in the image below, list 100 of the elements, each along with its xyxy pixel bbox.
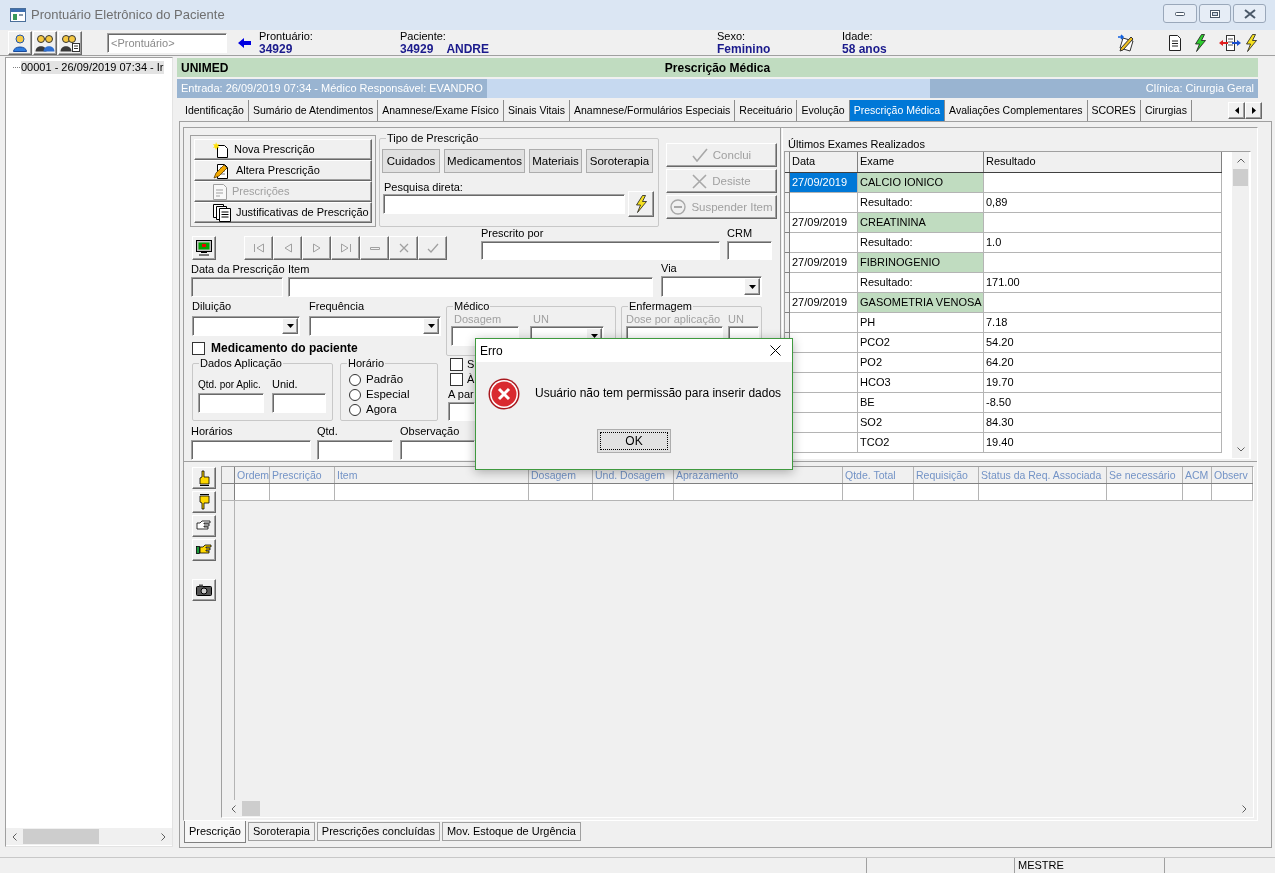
toolbar-button[interactable]	[1169, 34, 1181, 51]
field-label: Unid.	[272, 378, 299, 391]
action-button[interactable]: Justificativas de Prescrição	[194, 202, 372, 223]
grid-tool-button[interactable]	[192, 515, 216, 537]
field-value: ANDRE	[446, 42, 490, 56]
dropdown[interactable]	[661, 276, 762, 297]
toolbar-button[interactable]	[1117, 33, 1137, 52]
toolbar-button[interactable]	[1194, 33, 1206, 52]
grid-tool-button[interactable]	[192, 467, 216, 489]
toolbar-button[interactable]	[1219, 34, 1241, 51]
record-field[interactable]: <Prontuário>	[107, 32, 227, 53]
chevron-down-icon	[1236, 447, 1245, 452]
tab[interactable]: Prescrição Médica	[849, 100, 946, 121]
tab-scroll-left-button[interactable]	[1228, 102, 1245, 119]
type-button[interactable]: Soroterapia	[586, 149, 653, 173]
chevron-left-icon	[12, 832, 17, 841]
close-button[interactable]	[1233, 4, 1266, 23]
panel-title: Últimos Exames Realizados	[788, 138, 925, 151]
action-button[interactable]: Nova Prescrição	[194, 139, 372, 160]
tab-scroll-right-button[interactable]	[1245, 102, 1262, 119]
calendar-icon	[213, 183, 227, 200]
dropdown[interactable]	[192, 316, 300, 336]
cross-icon	[692, 173, 708, 189]
vertical-scrollbar[interactable]	[1232, 152, 1249, 458]
ok-button[interactable]: OK	[597, 429, 671, 453]
radio-button[interactable]	[349, 403, 361, 416]
triangle-left-icon	[1234, 107, 1239, 114]
document-icon	[1169, 34, 1181, 51]
input-field[interactable]	[400, 440, 475, 460]
check-icon	[691, 148, 708, 162]
checkbox[interactable]	[192, 341, 205, 355]
radio-button[interactable]	[349, 388, 361, 401]
table-cell: 64.20	[984, 353, 1222, 373]
scrollbar-thumb[interactable]	[1233, 169, 1248, 186]
grid-tool-button[interactable]	[192, 579, 216, 601]
checkbox[interactable]	[450, 358, 463, 371]
search-button[interactable]	[628, 191, 654, 217]
tab[interactable]: Soroterapia	[247, 822, 315, 841]
type-button[interactable]: Cuidados	[382, 149, 440, 173]
error-icon	[488, 378, 520, 410]
chevron-right-icon	[1242, 804, 1247, 813]
radio-button[interactable]	[349, 373, 361, 386]
tree-item[interactable]: 00001 - 26/09/2019 07:34 - Ir	[21, 60, 164, 74]
field-label: UN	[533, 313, 550, 326]
tree-connector-icon	[13, 66, 20, 68]
insurer-name: UNIMED	[180, 60, 230, 75]
table-cell: -8.50	[984, 393, 1222, 413]
edit-document-icon	[213, 162, 231, 179]
toolbar-button[interactable]	[1245, 33, 1257, 52]
table-cell: 1.0	[984, 233, 1222, 253]
input-field[interactable]	[448, 402, 475, 421]
arrows-document-icon	[1219, 34, 1241, 51]
camera-icon	[196, 584, 212, 596]
table-cell: CREATININA	[858, 213, 984, 233]
table-cell: 27/09/2019	[790, 213, 858, 233]
field-label: CRM	[727, 227, 754, 240]
horizontal-scrollbar[interactable]	[6, 828, 172, 845]
field-label: Pesquisa direta:	[384, 181, 464, 194]
scrollbar-thumb[interactable]	[242, 801, 260, 816]
action-button[interactable]: Altera Prescrição	[194, 160, 372, 181]
monitor-icon	[196, 240, 212, 256]
input-field[interactable]	[198, 393, 264, 413]
group-title: Médico	[453, 300, 491, 313]
pencil-paper-icon	[1117, 33, 1137, 52]
field-label: Idade:	[842, 29, 874, 43]
grid-tool-button[interactable]	[192, 491, 216, 513]
maximize-button[interactable]	[1199, 4, 1231, 23]
group-title: Enfermagem	[628, 300, 693, 313]
new-document-icon	[213, 141, 229, 158]
checkbox-label: À	[467, 373, 475, 386]
field-label: Via	[661, 262, 678, 275]
column-header: Ordem	[235, 467, 270, 483]
checkbox[interactable]	[450, 373, 463, 386]
lightning-icon	[1245, 33, 1257, 52]
minimize-button[interactable]	[1163, 4, 1197, 23]
input-field[interactable]	[383, 194, 625, 214]
grid-tool-button[interactable]	[192, 539, 216, 561]
tab[interactable]: Mov. Estoque de Urgência	[441, 822, 581, 841]
tab[interactable]: Prescrições concluídas	[316, 822, 440, 841]
input-field[interactable]	[727, 241, 772, 260]
input-field[interactable]	[317, 440, 393, 460]
column-header: Prescrição	[270, 467, 335, 483]
table-cell: Resultado:	[858, 233, 984, 253]
type-button[interactable]: Materiais	[529, 149, 582, 173]
input-field[interactable]	[288, 277, 653, 297]
input-field[interactable]	[272, 393, 326, 413]
input-field[interactable]	[191, 440, 311, 460]
type-button[interactable]: Medicamentos	[444, 149, 525, 173]
dropdown[interactable]	[309, 316, 441, 336]
tab[interactable]: Prescrição	[184, 821, 246, 843]
admission-info: Entrada: 26/09/2019 07:34 - Médico Responsável: EVANDRO	[177, 79, 487, 98]
field-label: Qtd. por Aplic.	[198, 378, 262, 391]
monitor-button[interactable]	[192, 236, 216, 260]
close-icon	[769, 345, 781, 356]
input-field[interactable]	[481, 241, 720, 260]
table-cell: Resultado:	[858, 193, 984, 213]
table-cell: 84.30	[984, 413, 1222, 433]
people-icon	[35, 33, 55, 52]
scrollbar-thumb[interactable]	[23, 829, 99, 844]
table-cell: BE	[858, 393, 984, 413]
